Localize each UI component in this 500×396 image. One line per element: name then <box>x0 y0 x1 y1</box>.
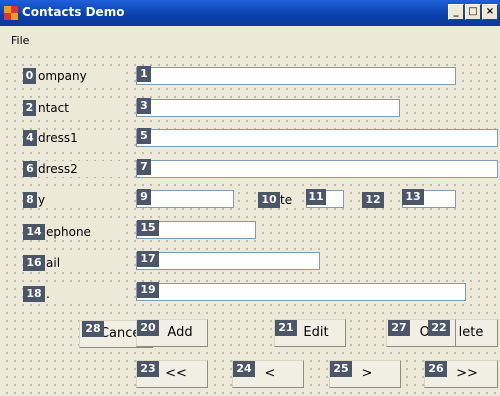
tab-index-badge: 15 <box>137 220 159 236</box>
address1-label: dress1 <box>24 130 124 146</box>
address2-field[interactable] <box>136 160 498 178</box>
tab-index-badge: 20 <box>137 320 159 336</box>
tab-index-badge: 17 <box>137 251 159 267</box>
tab-index-badge: 25 <box>330 361 352 377</box>
tab-index-badge: 11 <box>306 189 326 205</box>
notes-field[interactable] <box>136 283 466 301</box>
tab-index-badge: 1 <box>137 66 151 82</box>
tab-index-badge: 13 <box>402 189 424 205</box>
tab-index-badge: 27 <box>388 320 410 336</box>
window-title: Contacts Demo <box>22 5 125 19</box>
title-bar[interactable]: Contacts Demo _ □ × <box>0 0 500 26</box>
company-field[interactable] <box>136 67 456 85</box>
tab-index-badge: 10 <box>258 192 280 208</box>
tab-index-badge: 12 <box>362 192 384 208</box>
company-label: ompany <box>24 68 124 84</box>
tab-index-badge: 2 <box>23 100 36 116</box>
maximize-button[interactable]: □ <box>465 4 481 20</box>
tab-index-badge: 7 <box>137 159 151 175</box>
tab-index-badge: 16 <box>23 255 45 271</box>
tab-index-badge: 6 <box>23 161 37 177</box>
menu-file[interactable]: File <box>11 34 29 47</box>
tab-index-badge: 5 <box>137 128 151 144</box>
tab-index-badge: 4 <box>23 130 37 146</box>
tab-index-badge: 26 <box>425 361 447 377</box>
tab-index-badge: 18 <box>23 286 45 302</box>
tab-index-badge: 19 <box>137 282 159 298</box>
tab-index-badge: 8 <box>23 192 37 208</box>
close-button[interactable]: × <box>482 4 498 20</box>
tab-index-badge: 0 <box>23 68 36 84</box>
tab-index-badge: 22 <box>428 320 450 336</box>
email-field[interactable] <box>136 252 320 270</box>
address1-field[interactable] <box>136 129 498 147</box>
tab-index-badge: 21 <box>275 320 297 336</box>
tab-index-badge: 28 <box>82 321 104 337</box>
address2-label: dress2 <box>24 161 124 177</box>
minimize-button[interactable]: _ <box>448 4 464 20</box>
contact-label: ntact <box>24 100 124 116</box>
app-icon <box>4 6 18 20</box>
tab-index-badge: 9 <box>137 189 151 205</box>
tab-index-badge: 14 <box>23 224 45 240</box>
tab-index-badge: 23 <box>137 361 159 377</box>
city-label: y <box>24 192 124 208</box>
tab-index-badge: 24 <box>233 361 255 377</box>
menu-bar: File <box>0 26 500 50</box>
tab-index-badge: 3 <box>137 98 151 114</box>
contact-field[interactable] <box>136 99 400 117</box>
